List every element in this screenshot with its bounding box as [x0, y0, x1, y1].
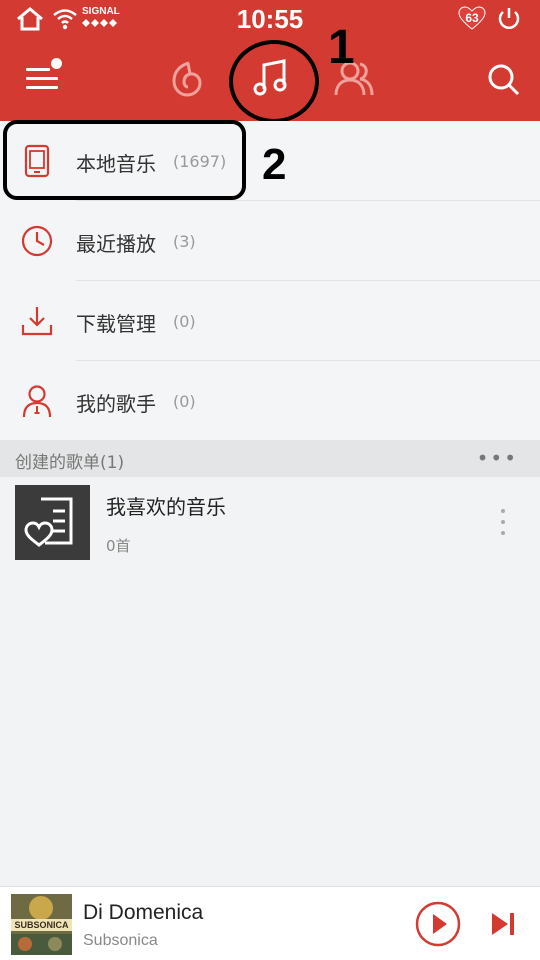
next-icon[interactable] [488, 909, 518, 939]
created-playlists-header[interactable]: 创建的歌单(1) ••• [0, 440, 540, 477]
section-title: 创建的歌单(1) [15, 453, 125, 473]
annotation-marker-2: 2 [262, 140, 287, 189]
annotation-circle [229, 40, 319, 123]
menu-item-label: 我的歌手 [76, 392, 156, 416]
annotation-marker-1: 1 [328, 21, 355, 74]
menu-item-download-management[interactable]: 下载管理 (0) [0, 281, 540, 361]
menu-item-my-singers[interactable]: 我的歌手 (0) [0, 361, 540, 441]
menu-item-count: (0) [173, 392, 196, 411]
heart-badge: 63 [457, 5, 487, 31]
heart-list-icon [24, 497, 73, 547]
app-header: SIGNAL 10:55 63 1 [0, 0, 540, 123]
playlist-item[interactable]: 我喜欢的音乐 0首 [0, 477, 540, 565]
playlist-cover [15, 485, 90, 560]
clock-icon [21, 225, 53, 257]
menu-icon[interactable] [22, 58, 62, 94]
menu-item-count: (0) [173, 312, 196, 331]
download-icon [21, 307, 53, 336]
song-artist: Subsonica [83, 932, 158, 949]
menu-item-count: (3) [173, 232, 196, 251]
album-art-text: SUBSONICA [11, 919, 72, 931]
playlist-song-count: 0首 [106, 537, 131, 555]
song-title: Di Domenica [83, 901, 204, 924]
new-notification-dot [51, 58, 62, 69]
menu-item-label: 最近播放 [76, 232, 156, 256]
menu-item-label: 下载管理 [76, 312, 156, 336]
annotation-box [3, 120, 246, 200]
playlist-more-icon[interactable] [498, 509, 508, 537]
search-icon[interactable] [486, 62, 522, 98]
notification-count: 63 [465, 11, 479, 25]
more-options-icon[interactable]: ••• [477, 446, 518, 470]
power-icon[interactable] [496, 6, 522, 32]
status-bar: SIGNAL 10:55 63 [0, 0, 540, 40]
cloud-music-icon[interactable] [168, 59, 206, 99]
now-playing-bar[interactable]: SUBSONICA Di Domenica Subsonica [0, 886, 540, 960]
playlist-name: 我喜欢的音乐 [106, 495, 226, 519]
album-art: SUBSONICA [11, 894, 72, 955]
singer-icon [22, 385, 52, 418]
menu-item-recent-play[interactable]: 最近播放 (3) [0, 201, 540, 281]
play-icon[interactable] [414, 900, 462, 948]
